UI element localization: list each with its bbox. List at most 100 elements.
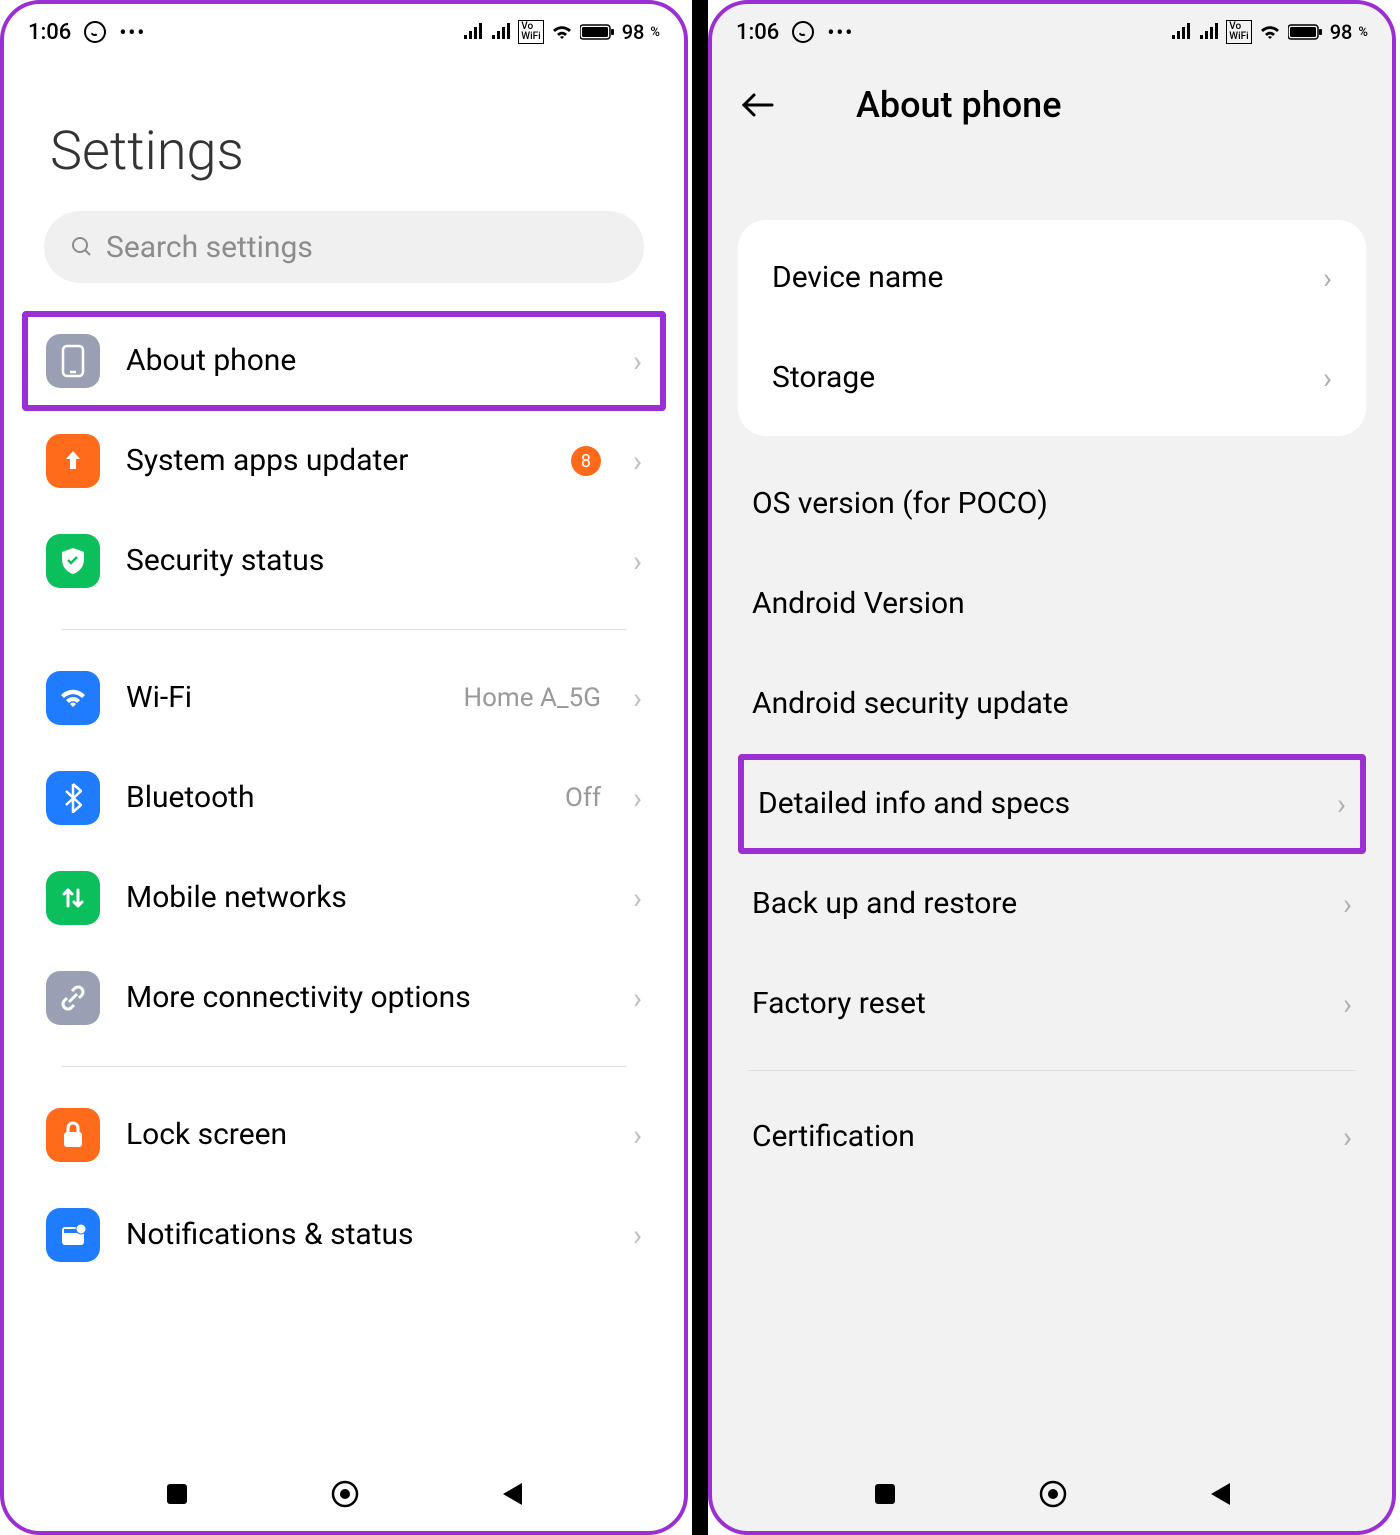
nav-back-icon[interactable] (500, 1481, 524, 1511)
item-label: Security status (126, 543, 607, 579)
chevron-right-icon: › (1323, 261, 1332, 296)
item-label: Mobile networks (126, 880, 607, 916)
header-bar: About phone (712, 60, 1392, 150)
chevron-right-icon: › (633, 1218, 642, 1253)
chevron-right-icon: › (633, 1118, 642, 1153)
battery-unit: % (650, 25, 660, 40)
item-value: Off (565, 783, 601, 813)
chevron-right-icon: › (633, 444, 642, 479)
status-time: 1:06 (736, 20, 779, 45)
item-label: Android Version (752, 586, 1072, 622)
status-bar: 1:06 ••• VoWiFi 98% (712, 4, 1392, 60)
battery-unit: % (1358, 25, 1368, 40)
update-icon (46, 434, 100, 488)
item-label: Lock screen (126, 1117, 607, 1153)
notifications-icon (46, 1208, 100, 1262)
notifications-row[interactable]: Notifications & status › (26, 1185, 662, 1285)
vowifi-icon: VoWiFi (518, 20, 543, 44)
search-icon (70, 235, 94, 259)
security-update-row[interactable]: Android security update (718, 654, 1386, 754)
about-phone-row[interactable]: About phone › (22, 311, 666, 411)
os-version-row[interactable]: OS version (for POCO) (718, 454, 1386, 554)
factory-reset-row[interactable]: Factory reset › (718, 954, 1386, 1054)
phone-icon (46, 334, 100, 388)
chevron-right-icon: › (1323, 361, 1332, 396)
divider (62, 1066, 626, 1067)
divider (62, 629, 626, 630)
item-label: Detailed info and specs (758, 786, 1337, 822)
item-label: Wi-Fi (126, 680, 438, 716)
nav-bar (4, 1461, 684, 1531)
battery-icon (580, 23, 616, 41)
bluetooth-icon (46, 771, 100, 825)
signal-icon (462, 23, 484, 41)
device-name-row[interactable]: Device name › (738, 228, 1366, 328)
chevron-right-icon: › (633, 881, 642, 916)
more-icon: ••• (119, 20, 146, 44)
item-label: System apps updater (126, 443, 545, 479)
chevron-right-icon: › (1337, 787, 1346, 822)
chevron-right-icon: › (633, 544, 642, 579)
battery-percent: 98 (1330, 20, 1353, 44)
battery-icon (1288, 23, 1324, 41)
item-label: About phone (126, 343, 607, 379)
status-time: 1:06 (28, 20, 71, 45)
chevron-right-icon: › (1343, 887, 1352, 922)
certification-row[interactable]: Certification › (718, 1087, 1386, 1187)
nav-recent-icon[interactable] (872, 1481, 898, 1511)
screenshot-divider (692, 0, 708, 1535)
lock-screen-row[interactable]: Lock screen › (26, 1085, 662, 1185)
item-label: Notifications & status (126, 1217, 607, 1253)
signal-icon (1170, 23, 1192, 41)
vowifi-icon: VoWiFi (1226, 20, 1251, 44)
android-version-row[interactable]: Android Version (718, 554, 1386, 654)
search-input[interactable]: Search settings (44, 211, 644, 283)
chevron-right-icon: › (633, 981, 642, 1016)
backup-restore-row[interactable]: Back up and restore › (718, 854, 1386, 954)
item-label: OS version (for POCO) (752, 486, 1072, 522)
mobile-data-icon (46, 871, 100, 925)
back-arrow-icon[interactable] (740, 91, 776, 119)
bluetooth-row[interactable]: Bluetooth Off › (26, 748, 662, 848)
storage-row[interactable]: Storage › (738, 328, 1366, 428)
badge-count: 8 (571, 446, 601, 476)
item-label: Device name (772, 260, 1323, 296)
chevron-right-icon: › (1343, 987, 1352, 1022)
item-label: Certification (752, 1119, 1343, 1155)
device-card: Device name › Storage › (738, 220, 1366, 436)
chevron-right-icon: › (633, 781, 642, 816)
nav-home-icon[interactable] (1037, 1478, 1069, 1514)
chevron-right-icon: › (633, 681, 642, 716)
signal-icon-2 (1198, 23, 1220, 41)
chevron-right-icon: › (1343, 1120, 1352, 1155)
shield-icon (46, 534, 100, 588)
link-icon (46, 971, 100, 1025)
mobile-networks-row[interactable]: Mobile networks › (26, 848, 662, 948)
item-label: Factory reset (752, 986, 1343, 1022)
wifi-icon (1258, 23, 1282, 41)
more-icon: ••• (827, 20, 854, 44)
wifi-row[interactable]: Wi-Fi Home A_5G › (26, 648, 662, 748)
security-status-row[interactable]: Security status › (26, 511, 662, 611)
settings-screen: 1:06 ••• VoWiFi 98% Settings Search sett… (0, 0, 688, 1535)
whatsapp-icon (791, 20, 815, 44)
lock-icon (46, 1108, 100, 1162)
battery-percent: 98 (622, 20, 645, 44)
system-updater-row[interactable]: System apps updater 8 › (26, 411, 662, 511)
about-phone-screen: 1:06 ••• VoWiFi 98% About phone Device n… (708, 0, 1396, 1535)
search-placeholder: Search settings (106, 230, 313, 265)
item-label: Bluetooth (126, 780, 539, 816)
wifi-icon (550, 23, 574, 41)
nav-home-icon[interactable] (329, 1478, 361, 1514)
nav-back-icon[interactable] (1208, 1481, 1232, 1511)
header-title: About phone (856, 84, 1061, 126)
divider (748, 1070, 1356, 1071)
item-label: Storage (772, 360, 1323, 396)
signal-icon-2 (490, 23, 512, 41)
item-label: Android security update (752, 686, 1072, 722)
nav-recent-icon[interactable] (164, 1481, 190, 1511)
detailed-info-row[interactable]: Detailed info and specs › (738, 754, 1366, 854)
connectivity-row[interactable]: More connectivity options › (26, 948, 662, 1048)
wifi-icon (46, 671, 100, 725)
chevron-right-icon: › (633, 344, 642, 379)
